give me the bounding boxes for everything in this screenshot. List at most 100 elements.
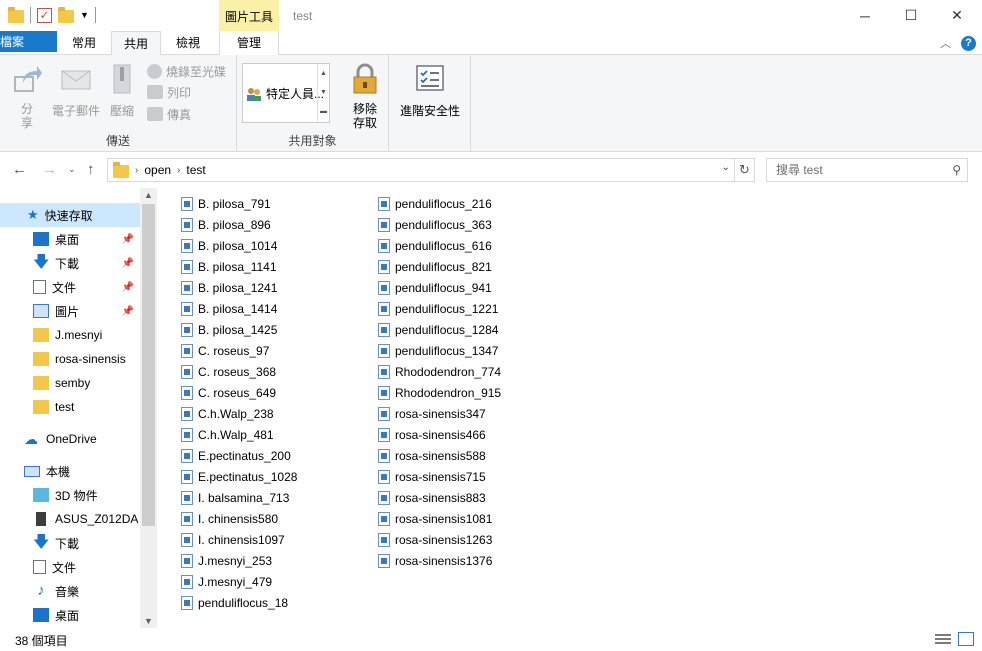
file-item[interactable]: rosa-sinensis715 bbox=[378, 466, 486, 487]
file-item[interactable]: J.mesnyi_253 bbox=[181, 550, 272, 571]
document-icon bbox=[33, 560, 46, 574]
recent-locations-button[interactable]: ⌄ bbox=[68, 164, 76, 175]
tab-share[interactable]: 共用 bbox=[111, 31, 161, 56]
file-item[interactable]: C. roseus_368 bbox=[181, 361, 276, 382]
minimize-button[interactable]: ─ bbox=[842, 0, 888, 31]
file-item[interactable]: I. chinensis1097 bbox=[181, 529, 285, 550]
file-item[interactable]: penduliflocus_363 bbox=[378, 214, 492, 235]
nav-item-pc-documents[interactable]: 文件 bbox=[0, 555, 140, 579]
file-item[interactable]: B. pilosa_1014 bbox=[181, 235, 277, 256]
nav-item-3d-objects[interactable]: 3D 物件 bbox=[0, 483, 140, 507]
nav-scrollbar[interactable]: ▲ ▼ bbox=[140, 188, 157, 628]
image-file-icon bbox=[378, 301, 390, 316]
nav-item-asus-phone[interactable]: ASUS_Z012DA bbox=[0, 507, 140, 531]
tab-manage[interactable]: 管理 bbox=[219, 31, 279, 55]
scroll-down-icon[interactable]: ▼ bbox=[140, 616, 157, 626]
chevron-right-icon[interactable]: › bbox=[177, 165, 180, 176]
file-item[interactable]: penduliflocus_18 bbox=[181, 592, 288, 613]
file-item[interactable]: rosa-sinensis1376 bbox=[378, 550, 492, 571]
nav-item-pc-desktop[interactable]: 桌面 bbox=[0, 603, 140, 627]
zip-button[interactable]: 壓縮 bbox=[106, 63, 138, 119]
file-item[interactable]: E.pectinatus_200 bbox=[181, 445, 291, 466]
nav-item-test[interactable]: test bbox=[0, 395, 140, 419]
nav-item-downloads[interactable]: 🡇 下載 📌 bbox=[0, 251, 140, 275]
share-list-scroll[interactable]: ▲ ▼ ▬ bbox=[317, 64, 329, 122]
specific-people-item[interactable]: 特定人員... bbox=[246, 85, 324, 102]
tab-file[interactable]: 檔案 bbox=[0, 31, 57, 52]
file-item[interactable]: rosa-sinensis1263 bbox=[378, 529, 492, 550]
breadcrumb-test[interactable]: test bbox=[186, 163, 205, 177]
file-item[interactable]: penduliflocus_821 bbox=[378, 256, 492, 277]
forward-button[interactable]: → bbox=[42, 161, 57, 178]
remove-access-button[interactable]: 移除存取 bbox=[345, 63, 385, 130]
file-item[interactable]: rosa-sinensis347 bbox=[378, 403, 486, 424]
search-icon[interactable]: ⚲ bbox=[952, 159, 961, 181]
file-item[interactable]: B. pilosa_1241 bbox=[181, 277, 277, 298]
file-item[interactable]: rosa-sinensis883 bbox=[378, 487, 486, 508]
nav-item-semby[interactable]: semby bbox=[0, 371, 140, 395]
file-item[interactable]: Rhododendron_774 bbox=[378, 361, 501, 382]
nav-item-pc-downloads[interactable]: 🡇 下載 bbox=[0, 531, 140, 555]
file-item[interactable]: B. pilosa_896 bbox=[181, 214, 271, 235]
nav-item-desktop[interactable]: 桌面 📌 bbox=[0, 227, 140, 251]
file-item[interactable]: rosa-sinensis588 bbox=[378, 445, 486, 466]
file-item[interactable]: I. chinensis580 bbox=[181, 508, 278, 529]
chevron-down-icon[interactable]: ⌄ bbox=[722, 162, 730, 173]
details-view-button[interactable] bbox=[935, 632, 951, 646]
file-item[interactable]: penduliflocus_216 bbox=[378, 193, 492, 214]
nav-item-music[interactable]: ♪ 音樂 bbox=[0, 579, 140, 603]
customize-toolbar-icon[interactable]: ▼ bbox=[80, 10, 89, 20]
file-item[interactable]: penduliflocus_616 bbox=[378, 235, 492, 256]
file-item[interactable]: rosa-sinensis466 bbox=[378, 424, 486, 445]
file-item[interactable]: penduliflocus_1347 bbox=[378, 340, 498, 361]
large-icons-view-button[interactable] bbox=[958, 632, 974, 646]
share-button[interactable]: 分享 bbox=[10, 63, 44, 130]
file-item[interactable]: E.pectinatus_1028 bbox=[181, 466, 297, 487]
file-item[interactable]: Rhododendron_915 bbox=[378, 382, 501, 403]
maximize-button[interactable]: ☐ bbox=[888, 0, 934, 31]
advanced-security-button[interactable]: 進階安全性 bbox=[397, 63, 463, 119]
up-button[interactable]: ↑ bbox=[87, 161, 95, 178]
nav-item-documents[interactable]: 文件 📌 bbox=[0, 275, 140, 299]
nav-onedrive[interactable]: ☁ OneDrive bbox=[0, 427, 140, 451]
nav-this-pc[interactable]: 本機 bbox=[0, 459, 140, 483]
file-item[interactable]: penduliflocus_1221 bbox=[378, 298, 498, 319]
refresh-button[interactable]: ↻ bbox=[735, 158, 755, 182]
file-item[interactable]: C. roseus_97 bbox=[181, 340, 269, 361]
properties-icon[interactable]: ✓ bbox=[37, 7, 52, 23]
tab-home[interactable]: 常用 bbox=[59, 31, 109, 55]
nav-item-pictures[interactable]: 圖片 📌 bbox=[0, 299, 140, 323]
address-bar[interactable]: › open › test ⌄ bbox=[107, 158, 735, 182]
breadcrumb-open[interactable]: open bbox=[144, 163, 171, 177]
file-item[interactable]: C.h.Walp_238 bbox=[181, 403, 274, 424]
nav-item-jmesnyi[interactable]: J.mesnyi bbox=[0, 323, 140, 347]
help-icon[interactable]: ? bbox=[961, 36, 976, 51]
file-item[interactable]: I. balsamina_713 bbox=[181, 487, 289, 508]
scroll-up-icon[interactable]: ▲ bbox=[140, 190, 157, 200]
file-item[interactable]: C.h.Walp_481 bbox=[181, 424, 274, 445]
search-input[interactable]: 搜尋 test ⚲ bbox=[766, 158, 968, 182]
file-item[interactable]: B. pilosa_1414 bbox=[181, 298, 277, 319]
file-item[interactable]: C. roseus_649 bbox=[181, 382, 276, 403]
file-item[interactable]: J.mesnyi_479 bbox=[181, 571, 272, 592]
collapse-ribbon-icon[interactable]: ︿ bbox=[940, 35, 951, 51]
chevron-right-icon[interactable]: › bbox=[135, 165, 138, 176]
share-with-list[interactable]: 特定人員... ▲ ▼ ▬ bbox=[242, 63, 330, 123]
back-button[interactable]: ← bbox=[12, 161, 27, 178]
new-folder-icon[interactable] bbox=[58, 6, 74, 23]
nav-item-rosa-sinensis[interactable]: rosa-sinensis bbox=[0, 347, 140, 371]
fax-button[interactable]: 傳真 bbox=[147, 104, 191, 124]
email-button[interactable]: 電子郵件 bbox=[50, 63, 102, 119]
file-item[interactable]: penduliflocus_941 bbox=[378, 277, 492, 298]
scrollbar-thumb[interactable] bbox=[142, 204, 155, 526]
tab-view[interactable]: 檢視 bbox=[162, 31, 214, 55]
file-item[interactable]: B. pilosa_791 bbox=[181, 193, 271, 214]
file-item[interactable]: B. pilosa_1141 bbox=[181, 256, 277, 277]
file-item[interactable]: B. pilosa_1425 bbox=[181, 319, 277, 340]
nav-quick-access[interactable]: ★ 快速存取 bbox=[0, 203, 140, 227]
file-item[interactable]: penduliflocus_1284 bbox=[378, 319, 498, 340]
print-button[interactable]: 列印 bbox=[147, 82, 191, 102]
close-button[interactable]: ✕ bbox=[934, 0, 980, 31]
file-item[interactable]: rosa-sinensis1081 bbox=[378, 508, 492, 529]
burn-button[interactable]: 燒錄至光碟 bbox=[147, 61, 226, 81]
